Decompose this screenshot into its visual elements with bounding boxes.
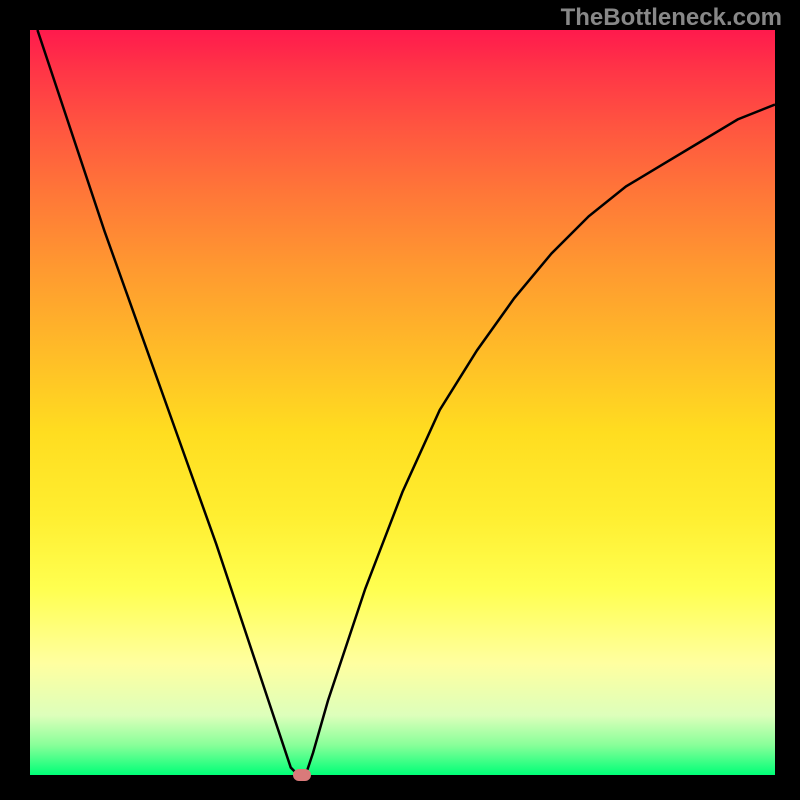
optimal-marker (293, 769, 311, 781)
watermark-text: TheBottleneck.com (561, 4, 782, 32)
chart-plot-area (30, 30, 775, 775)
chart-curve (30, 30, 775, 775)
